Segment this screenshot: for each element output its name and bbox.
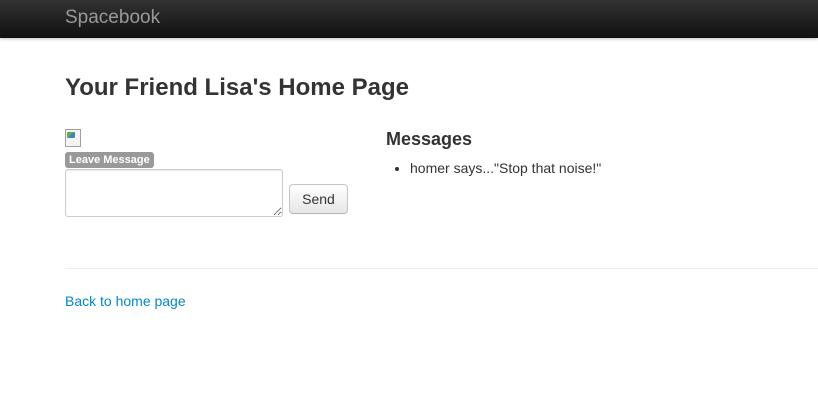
message-item: homer says..."Stop that noise!" (410, 159, 601, 177)
image-placeholder-glyph (67, 132, 75, 138)
leave-message-label: Leave Message (65, 152, 154, 168)
message-textarea[interactable] (65, 169, 283, 217)
messages-heading: Messages (386, 129, 473, 149)
page-title: Your Friend Lisa's Home Page (65, 74, 410, 101)
messages-list: homer says..."Stop that noise!" (386, 159, 601, 177)
broken-image-icon (65, 129, 81, 147)
section-divider (65, 268, 818, 269)
top-navbar: Spacebook (0, 0, 818, 38)
back-to-home-link[interactable]: Back to home page (65, 292, 186, 310)
brand-link[interactable]: Spacebook (65, 8, 160, 28)
send-button[interactable]: Send (289, 184, 348, 214)
